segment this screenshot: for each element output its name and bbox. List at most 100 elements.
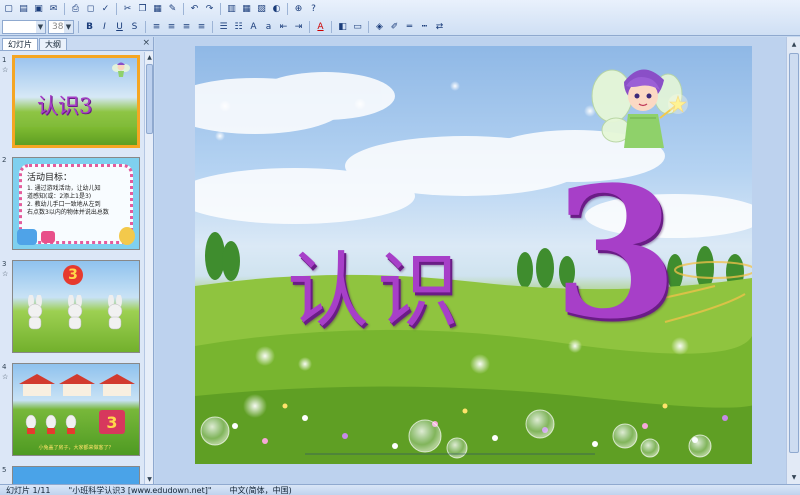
separator	[78, 21, 79, 33]
scroll-up-icon[interactable]: ▲	[787, 39, 800, 49]
format-painter-icon[interactable]: ✎	[166, 3, 179, 16]
slides-panel: 幻灯片 大纲 × 1 ☆ 认识3 2 活动目标： 1. 通过游戏活动，让幼儿知 …	[0, 37, 154, 484]
increase-indent-icon[interactable]: ⇥	[292, 21, 305, 34]
paste-icon[interactable]: ▦	[151, 3, 164, 16]
thumb-heading: 活动目标：	[27, 173, 73, 183]
rabbit-image	[103, 294, 127, 331]
fairy-image	[111, 60, 131, 78]
panel-tabs: 幻灯片 大纲 ×	[0, 37, 153, 51]
slide-counter: 幻灯片 1/11	[6, 485, 51, 495]
thumb-line: 右点数3以内的物体并说出总数	[27, 209, 109, 216]
copy-icon[interactable]: ❐	[136, 3, 149, 16]
cut-icon[interactable]: ✂	[121, 3, 134, 16]
slide-thumb-5[interactable]	[12, 466, 140, 484]
shadow-button[interactable]: S	[128, 21, 141, 34]
close-icon[interactable]: ×	[142, 38, 150, 48]
underline-button[interactable]: U	[113, 21, 126, 34]
insert-image-icon[interactable]: ▨	[255, 3, 268, 16]
help-icon[interactable]: ?	[307, 3, 320, 16]
align-right-icon[interactable]: ≡	[180, 21, 193, 34]
undo-icon[interactable]: ↶	[188, 3, 201, 16]
new-slide-icon[interactable]: ▭	[351, 21, 364, 34]
save-icon[interactable]: ▣	[32, 3, 45, 16]
open-icon[interactable]: ▤	[17, 3, 30, 16]
separator	[212, 21, 213, 33]
slide-number: 2	[2, 156, 7, 164]
font-name-combo[interactable]: ▼	[2, 20, 46, 34]
separator	[145, 21, 146, 33]
bullets-icon[interactable]: ☷	[232, 21, 245, 34]
thumb-caption: 小兔盖了房子，大家都来做客了？	[38, 445, 114, 451]
print-icon[interactable]: ⎙	[69, 3, 82, 16]
line-color-icon[interactable]: ✐	[388, 21, 401, 34]
spellcheck-icon[interactable]: ✓	[99, 3, 112, 16]
bold-button[interactable]: B	[83, 21, 96, 34]
thumb-line: 2. 教幼儿手口一致地从左到	[27, 201, 101, 208]
chevron-down-icon[interactable]: ▼	[36, 21, 45, 33]
color-grayscale-icon[interactable]: ◐	[270, 3, 283, 16]
rabbit-image	[63, 294, 87, 331]
ribbon-toolbar: ▢ ▤ ▣ ✉ ⎙ ◻ ✓ ✂ ❐ ▦ ✎ ↶ ↷ ▥ ▦ ▨ ◐ ⊕ ? ▼ …	[0, 0, 800, 36]
number-badge: 3	[63, 265, 83, 285]
redo-icon[interactable]: ↷	[203, 3, 216, 16]
separator	[331, 21, 332, 33]
slide-number: 3	[2, 260, 7, 268]
rabbit-image	[23, 294, 47, 331]
tab-outline[interactable]: 大纲	[39, 38, 67, 50]
preview-icon[interactable]: ◻	[84, 3, 97, 16]
toolbar-row-formatting: ▼ 38+ ▼ B I U S ≡ ≡ ≡ ≡ ☰ ☷ A a ⇤ ⇥ A ◧ …	[0, 18, 446, 36]
scroll-thumb[interactable]	[789, 53, 799, 453]
zoom-icon[interactable]: ⊕	[292, 3, 305, 16]
scroll-up-icon[interactable]: ▲	[145, 52, 154, 62]
arrow-style-icon[interactable]: ⇄	[433, 21, 446, 34]
slide-thumb-4[interactable]: 3 小兔盖了房子，大家都来做客了？	[12, 363, 140, 456]
cartoon-image	[119, 227, 135, 245]
animation-icon: ☆	[2, 373, 9, 381]
chevron-down-icon[interactable]: ▼	[64, 21, 73, 33]
thumbnail-scrollbar[interactable]: ▲ ▼	[144, 52, 153, 484]
tab-slides[interactable]: 幻灯片	[2, 38, 38, 50]
animation-icon: ☆	[2, 66, 9, 74]
slide-number: 1	[2, 56, 7, 64]
align-left-icon[interactable]: ≡	[150, 21, 163, 34]
slide-thumb-2[interactable]: 活动目标： 1. 通过游戏活动，让幼儿知 道感知(或：2添上1是3) 2. 教幼…	[12, 157, 140, 250]
new-icon[interactable]: ▢	[2, 3, 15, 16]
align-center-icon[interactable]: ≡	[165, 21, 178, 34]
fill-color-icon[interactable]: ◈	[373, 21, 386, 34]
decrease-indent-icon[interactable]: ⇤	[277, 21, 290, 34]
scroll-down-icon[interactable]: ▼	[787, 472, 800, 482]
thumb-line: 1. 通过游戏活动，让幼儿知	[27, 185, 101, 192]
grass	[15, 127, 137, 145]
template-name: "小班科学认识3 [www.edudown.net]"	[68, 485, 212, 495]
line-style-icon[interactable]: ═	[403, 21, 416, 34]
slide-thumb-1[interactable]: 认识3	[12, 55, 140, 148]
separator	[183, 3, 184, 15]
justify-icon[interactable]: ≡	[195, 21, 208, 34]
slide-thumbnails: 1 ☆ 认识3 2 活动目标： 1. 通过游戏活动，让幼儿知 道感知(或：2添上…	[0, 52, 144, 484]
insert-table-icon[interactable]: ▦	[240, 3, 253, 16]
title-char: 认	[287, 244, 378, 339]
increase-font-icon[interactable]: A	[247, 21, 260, 34]
slide-thumb-3[interactable]: 3	[12, 260, 140, 353]
slide-numeral[interactable]: 3	[553, 154, 678, 354]
dash-style-icon[interactable]: ┅	[418, 21, 431, 34]
separator	[287, 3, 288, 15]
scroll-down-icon[interactable]: ▼	[145, 474, 154, 484]
slide-number: 5	[2, 466, 7, 474]
numbering-icon[interactable]: ☰	[217, 21, 230, 34]
separator	[220, 3, 221, 15]
decrease-font-icon[interactable]: a	[262, 21, 275, 34]
font-color-button[interactable]: A	[314, 21, 327, 34]
thumb-text: 活动目标： 1. 通过游戏活动，让幼儿知 道感知(或：2添上1是3) 2. 教幼…	[27, 170, 127, 217]
slide-title[interactable]: 认识	[287, 224, 467, 343]
current-slide[interactable]: 认识 3	[195, 46, 752, 464]
design-icon[interactable]: ◧	[336, 21, 349, 34]
email-icon[interactable]: ✉	[47, 3, 60, 16]
italic-button[interactable]: I	[98, 21, 111, 34]
insert-chart-icon[interactable]: ▥	[225, 3, 238, 16]
slide-scrollbar[interactable]: ▲ ▼	[786, 37, 800, 484]
font-size-combo[interactable]: 38+ ▼	[48, 20, 74, 34]
houses-image	[17, 372, 137, 396]
separator	[64, 3, 65, 15]
scroll-thumb[interactable]	[146, 64, 153, 134]
